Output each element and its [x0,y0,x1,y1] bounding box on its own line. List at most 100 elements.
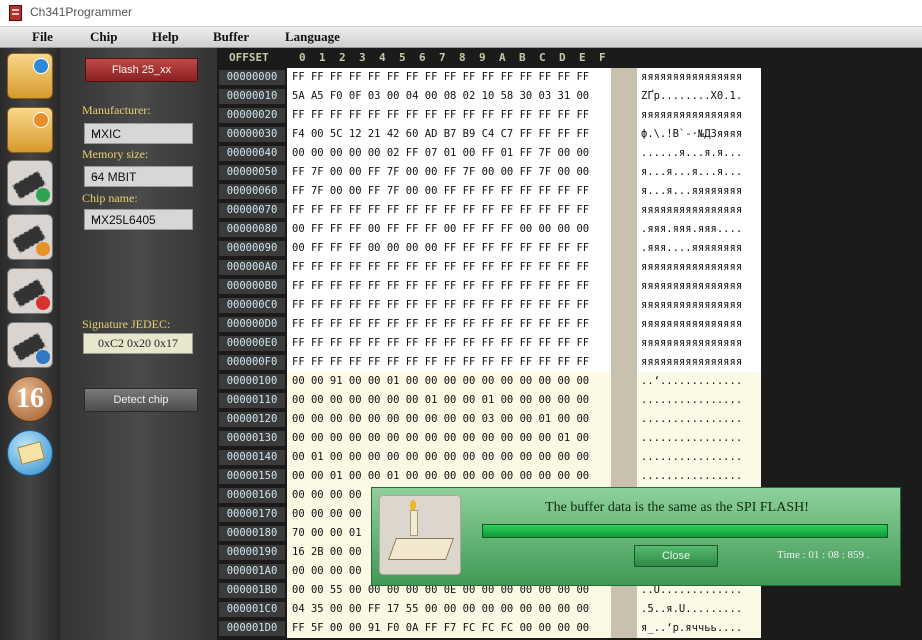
hex-row[interactable]: 00000050 FF 7F 00 00 FF 7F 00 00 FF 7F 00… [217,163,777,182]
row-ascii[interactable]: яяяяяяяяяяяяяяяя [637,68,761,87]
hex-row[interactable]: 000000E0 FF FF FF FF FF FF FF FF FF FF FF… [217,334,777,353]
hex-row[interactable]: 000000B0 FF FF FF FF FF FF FF FF FF FF FF… [217,277,777,296]
menu-language[interactable]: Language [285,29,340,45]
row-ascii[interactable]: я...я...яяяяяяяя [637,182,761,201]
row-bytes[interactable]: FF 5F 00 00 91 F0 0A FF F7 FC FC FC 00 0… [287,619,611,638]
hex-row[interactable]: 00000110 00 00 00 00 00 00 00 01 00 00 01… [217,391,777,410]
hex-row[interactable]: 00000070 FF FF FF FF FF FF FF FF FF FF FF… [217,201,777,220]
hex-row[interactable]: 00000030 F4 00 5C 12 21 42 60 AD B7 B9 C4… [217,125,777,144]
row-ascii[interactable]: яяяяяяяяяяяяяяяя [637,296,761,315]
row-ascii[interactable]: ..‘............. [637,372,761,391]
row-bytes[interactable]: FF FF FF FF FF FF FF FF FF FF FF FF FF F… [287,258,611,277]
row-ascii[interactable]: я...я...я...я... [637,163,761,182]
hex-row[interactable]: 000000C0 FF FF FF FF FF FF FF FF FF FF FF… [217,296,777,315]
hex-row[interactable]: 00000020 FF FF FF FF FF FF FF FF FF FF FF… [217,106,777,125]
hex-row[interactable]: 000000F0 FF FF FF FF FF FF FF FF FF FF FF… [217,353,777,372]
row-ascii[interactable]: я_..‘р.яччьь.... [637,619,761,638]
row-bytes[interactable]: 00 00 00 00 00 00 00 01 00 00 01 00 00 0… [287,391,611,410]
write-chip-icon[interactable] [7,214,53,260]
row-bytes[interactable]: FF FF FF FF FF FF FF FF FF FF FF FF FF F… [287,106,611,125]
hex-row[interactable]: 00000080 00 FF FF FF 00 FF FF FF 00 FF FF… [217,220,777,239]
row-ascii[interactable]: .яяя.яяя.яяя.... [637,220,761,239]
row-bytes[interactable]: FF 7F 00 00 FF 7F 00 00 FF 7F 00 00 FF 7… [287,163,611,182]
row-ascii[interactable]: яяяяяяяяяяяяяяяя [637,334,761,353]
row-ascii[interactable]: ................ [637,410,761,429]
save-folder-icon[interactable] [7,107,53,153]
detect-chip-button[interactable]: Detect chip [84,388,198,412]
row-bytes[interactable]: FF FF FF FF FF FF FF FF FF FF FF FF FF F… [287,334,611,353]
row-ascii[interactable]: ................ [637,467,761,486]
hex-row[interactable]: 00000000 FF FF FF FF FF FF FF FF FF FF FF… [217,68,777,87]
row-offset: 00000100 [219,374,285,389]
number-16-icon[interactable]: 16 [7,376,53,422]
chevron-down-icon: ⌄ [91,169,101,181]
row-bytes[interactable]: FF FF FF FF FF FF FF FF FF FF FF FF FF F… [287,315,611,334]
row-ascii[interactable]: ......я...я.я... [637,144,761,163]
row-offset: 00000070 [219,203,285,218]
row-bytes[interactable]: 00 00 00 00 00 02 FF 07 01 00 FF 01 FF 7… [287,144,611,163]
close-button[interactable]: Close [634,545,718,567]
memory-size-select[interactable]: 64 MBIT ⌄ [84,166,193,187]
row-ascii[interactable]: яяяяяяяяяяяяяяяя [637,106,761,125]
row-ascii[interactable]: яяяяяяяяяяяяяяяя [637,277,761,296]
row-bytes[interactable]: 00 FF FF FF 00 00 00 00 FF FF FF FF FF F… [287,239,611,258]
hex-row[interactable]: 00000010 5A A5 F0 0F 03 00 04 00 08 02 10… [217,87,777,106]
row-bytes[interactable]: 04 35 00 00 FF 17 55 00 00 00 00 00 00 0… [287,600,611,619]
menu-chip[interactable]: Chip [90,29,117,45]
hex-row[interactable]: 00000060 FF 7F 00 00 FF 7F 00 00 FF FF FF… [217,182,777,201]
row-bytes[interactable]: 00 00 91 00 00 01 00 00 00 00 00 00 00 0… [287,372,611,391]
row-bytes[interactable]: FF FF FF FF FF FF FF FF FF FF FF FF FF F… [287,353,611,372]
about-scroll-icon[interactable] [7,430,53,476]
row-ascii[interactable]: ZҐр........X0.1. [637,87,761,106]
row-ascii[interactable]: ................ [637,429,761,448]
row-ascii[interactable]: ф.\.!B`-·№ДЗяяяя [637,125,761,144]
row-bytes[interactable]: FF FF FF FF FF FF FF FF FF FF FF FF FF F… [287,68,611,87]
row-ascii[interactable]: .5..я.U......... [637,600,761,619]
row-ascii[interactable]: яяяяяяяяяяяяяяяя [637,353,761,372]
verify-chip-icon[interactable] [7,322,53,368]
hex-row[interactable]: 00000100 00 00 91 00 00 01 00 00 00 00 00… [217,372,777,391]
flash-type-button[interactable]: Flash 25_xx [85,58,198,82]
hex-row[interactable]: 00000040 00 00 00 00 00 02 FF 07 01 00 FF… [217,144,777,163]
row-ascii[interactable]: яяяяяяяяяяяяяяяя [637,201,761,220]
row-bytes[interactable]: FF FF FF FF FF FF FF FF FF FF FF FF FF F… [287,201,611,220]
row-bytes[interactable]: FF 7F 00 00 FF 7F 00 00 FF FF FF FF FF F… [287,182,611,201]
row-offset: 00000050 [219,165,285,180]
row-bytes[interactable]: 5A A5 F0 0F 03 00 04 00 08 02 10 58 30 0… [287,87,611,106]
hex-row[interactable]: 00000120 00 00 00 00 00 00 00 00 00 00 03… [217,410,777,429]
hex-row[interactable]: 00000130 00 00 00 00 00 00 00 00 00 00 00… [217,429,777,448]
row-bytes[interactable]: FF FF FF FF FF FF FF FF FF FF FF FF FF F… [287,296,611,315]
open-folder-icon[interactable] [7,53,53,99]
title-bar: Ch341Programmer [0,0,922,27]
menu-buffer[interactable]: Buffer [213,29,249,45]
hex-row[interactable]: 000001D0 FF 5F 00 00 91 F0 0A FF F7 FC FC… [217,619,777,638]
row-bytes[interactable]: 00 00 00 00 00 00 00 00 00 00 00 00 00 0… [287,429,611,448]
row-ascii[interactable]: .яяя....яяяяяяяя [637,239,761,258]
menu-file[interactable]: File [32,29,53,45]
hex-row[interactable]: 00000150 00 00 01 00 00 01 00 00 00 00 00… [217,467,777,486]
erase-chip-icon[interactable] [7,268,53,314]
hex-row[interactable]: 000000D0 FF FF FF FF FF FF FF FF FF FF FF… [217,315,777,334]
hex-row[interactable]: 00000090 00 FF FF FF 00 00 00 00 FF FF FF… [217,239,777,258]
row-ascii[interactable]: яяяяяяяяяяяяяяяя [637,258,761,277]
row-ascii[interactable]: яяяяяяяяяяяяяяяя [637,315,761,334]
col-header: 4 [379,51,386,64]
row-bytes[interactable]: 00 01 00 00 00 00 00 00 00 00 00 00 00 0… [287,448,611,467]
read-chip-icon[interactable] [7,160,53,206]
row-bytes[interactable]: 00 00 01 00 00 01 00 00 00 00 00 00 00 0… [287,467,611,486]
row-bytes[interactable]: 00 FF FF FF 00 FF FF FF 00 FF FF FF 00 0… [287,220,611,239]
row-bytes[interactable]: 00 00 00 00 00 00 00 00 00 00 03 00 00 0… [287,410,611,429]
hex-row[interactable]: 000001C0 04 35 00 00 FF 17 55 00 00 00 00… [217,600,777,619]
hex-row[interactable]: 000000A0 FF FF FF FF FF FF FF FF FF FF FF… [217,258,777,277]
col-header: 5 [399,51,406,64]
row-bytes[interactable]: FF FF FF FF FF FF FF FF FF FF FF FF FF F… [287,277,611,296]
menu-help[interactable]: Help [152,29,179,45]
hex-row[interactable]: 00000140 00 01 00 00 00 00 00 00 00 00 00… [217,448,777,467]
row-offset: 000000B0 [219,279,285,294]
row-bytes[interactable]: F4 00 5C 12 21 42 60 AD B7 B9 C4 C7 FF F… [287,125,611,144]
row-ascii[interactable]: ................ [637,391,761,410]
chip-name-select[interactable]: MX25L6405 ⌄ [84,209,193,230]
manufacturer-select[interactable]: MXIC ⌄ [84,123,193,144]
row-ascii[interactable]: ................ [637,448,761,467]
signature-value: 0xC2 0x20 0x17 [83,333,193,354]
